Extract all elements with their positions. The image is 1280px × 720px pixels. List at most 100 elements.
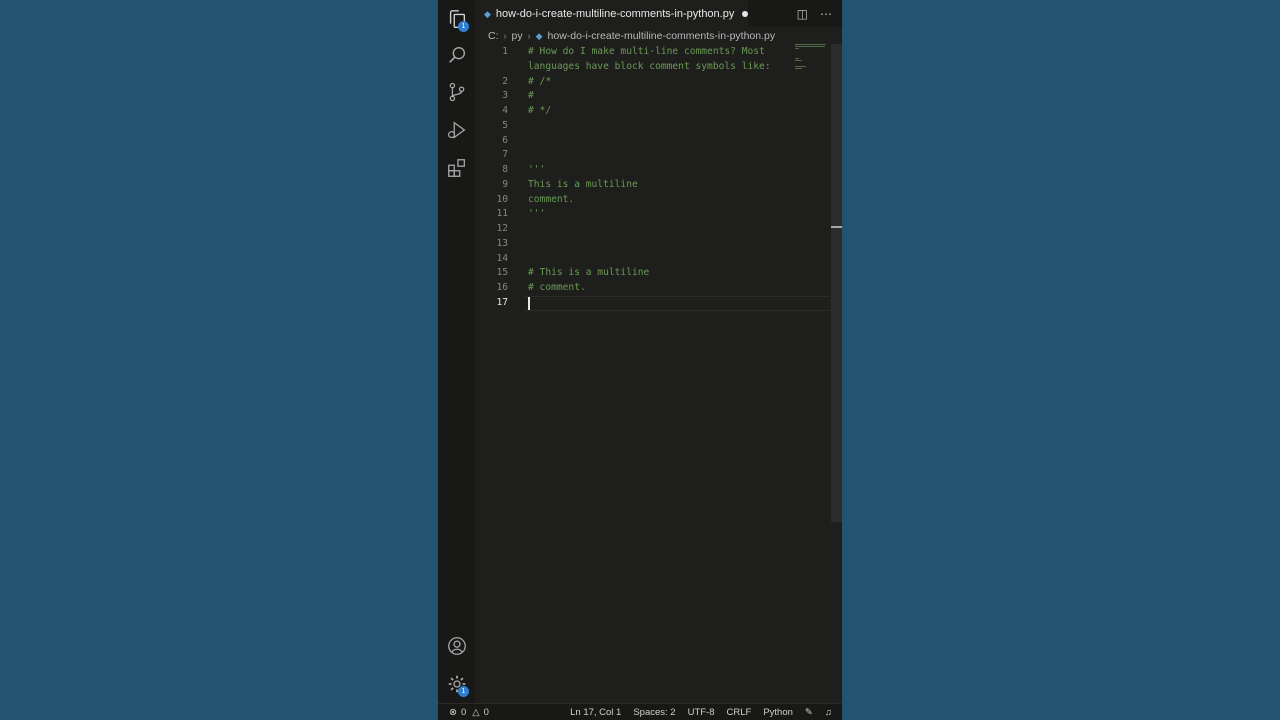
language-mode[interactable]: Python [763, 707, 793, 718]
minimap[interactable] [795, 44, 830, 74]
line-number: 2 [502, 75, 508, 87]
code-line: 16 # comment. [475, 280, 830, 295]
code-text: # [528, 90, 534, 102]
code-text: comment. [528, 193, 575, 205]
breadcrumb: C: › py › ◆ how-do-i-create-multiline-co… [488, 29, 775, 43]
line-number: 8 [502, 164, 508, 175]
code-line: 4 # */ [475, 103, 830, 118]
code-line: 13 [475, 236, 830, 251]
code-line: 7 [475, 147, 830, 162]
breadcrumb-folder[interactable]: py [512, 30, 523, 42]
line-number: 16 [496, 282, 508, 293]
tab-bar: ◆ how-do-i-create-multiline-comments-in-… [475, 0, 842, 27]
search-button[interactable] [438, 40, 475, 70]
code-line: 12 [475, 221, 830, 236]
extensions-icon [447, 159, 465, 177]
background-right [842, 0, 1280, 720]
line-number: 4 [502, 105, 508, 116]
line-number: 15 [496, 267, 508, 279]
line-number: 10 [496, 193, 508, 205]
status-bar-right: Ln 17, Col 1 Spaces: 2 UTF-8 CRLF Python… [570, 704, 832, 720]
breadcrumb-file[interactable]: how-do-i-create-multiline-comments-in-py… [548, 30, 776, 42]
activity-bar: 1 1 [438, 0, 475, 703]
run-debug-icon [447, 121, 465, 139]
code-text: # /* [528, 75, 552, 87]
indentation[interactable]: Spaces: 2 [633, 707, 675, 718]
code-line: 10 comment. [475, 192, 830, 207]
breadcrumb-drive[interactable]: C: [488, 30, 499, 42]
status-bar: ⊗ 0 △ 0 Ln 17, Col 1 Spaces: 2 UTF-8 CRL… [438, 703, 842, 720]
python-file-icon: ◆ [484, 8, 491, 19]
line-number: 1 [502, 46, 508, 57]
scrollbar-cursor-marker [831, 226, 842, 228]
minimap-line [795, 60, 802, 61]
background-left [0, 0, 438, 720]
line-number: 3 [502, 90, 508, 102]
python-file-icon: ◆ [535, 30, 543, 41]
account-icon [447, 637, 466, 655]
line-number: 5 [502, 119, 508, 131]
line-number: 17 [496, 296, 508, 308]
line-number: 9 [502, 178, 508, 190]
manage-button[interactable]: 1 [438, 669, 475, 699]
explorer-badge: 1 [458, 21, 469, 32]
code-text: languages have block comment symbols lik… [528, 60, 771, 72]
minimap-line [795, 58, 799, 59]
minimap-line [795, 68, 802, 69]
line-number: 14 [496, 252, 508, 264]
split-editor-icon[interactable]: ◫ [797, 7, 808, 21]
chevron-right-icon: › [527, 31, 531, 41]
code-text: # This is a multiline [528, 267, 650, 279]
code-line: 11 ''' [475, 206, 830, 221]
unsaved-dot-icon[interactable] [742, 11, 748, 17]
minimap-line [795, 66, 806, 67]
vscode-window: 1 1 ◆ how-do-i-create-multiline-comments… [438, 0, 842, 720]
source-control-button[interactable] [438, 77, 475, 107]
minimap-line [795, 46, 825, 47]
line-number: 7 [502, 149, 508, 161]
code-line: 5 [475, 118, 830, 133]
minimap-line [795, 44, 826, 45]
warning-icon: △ [472, 706, 480, 718]
line-ending[interactable]: CRLF [727, 707, 752, 718]
tab-title: how-do-i-create-multiline-comments-in-py… [495, 8, 735, 20]
file-encoding[interactable]: UTF-8 [688, 707, 715, 718]
code-text: # */ [528, 105, 552, 116]
chevron-right-icon: › [503, 31, 507, 41]
code-text: # comment. [528, 282, 586, 293]
code-line: 1 # How do I make multi-line comments? Mo… [475, 44, 830, 59]
code-line: 8 ''' [475, 162, 830, 177]
line-number: 11 [496, 208, 508, 220]
code-line: 6 [475, 133, 830, 148]
extensions-button[interactable] [438, 153, 475, 183]
vertical-scrollbar[interactable] [831, 44, 842, 522]
code-line: 3 # [475, 88, 830, 103]
editor-actions: ◫ ⋯ [797, 0, 832, 27]
explorer-button[interactable]: 1 [438, 4, 475, 34]
line-number: 6 [502, 134, 508, 146]
error-icon: ⊗ [449, 706, 457, 718]
minimap-line [795, 48, 799, 49]
notifications-bell-icon[interactable]: ♫ [825, 707, 832, 718]
feedback-icon[interactable]: ✎ [805, 707, 813, 718]
code-editor[interactable]: 1 # How do I make multi-line comments? Mo… [475, 44, 830, 703]
cursor-position[interactable]: Ln 17, Col 1 [570, 707, 621, 718]
accounts-button[interactable] [438, 631, 475, 661]
editor-tab[interactable]: ◆ how-do-i-create-multiline-comments-in-… [475, 0, 748, 27]
settings-badge: 1 [458, 686, 469, 697]
code-text: ''' [528, 164, 546, 175]
code-line: 9 This is a multiline [475, 177, 830, 192]
code-line: 15 # This is a multiline [475, 265, 830, 280]
run-debug-button[interactable] [438, 115, 475, 145]
source-control-icon [449, 82, 464, 102]
code-line: 2 # /* [475, 74, 830, 89]
code-text: # How do I make multi-line comments? Mos… [528, 46, 765, 57]
code-text: ''' [528, 208, 546, 220]
more-actions-icon[interactable]: ⋯ [820, 7, 832, 21]
warning-count: 0 [483, 706, 489, 718]
problems-indicator[interactable]: ⊗ 0 △ 0 [449, 704, 489, 720]
code-line: languages have block comment symbols lik… [475, 59, 830, 74]
text-cursor [528, 297, 530, 310]
error-count: 0 [460, 706, 467, 718]
code-line: 14 [475, 251, 830, 266]
